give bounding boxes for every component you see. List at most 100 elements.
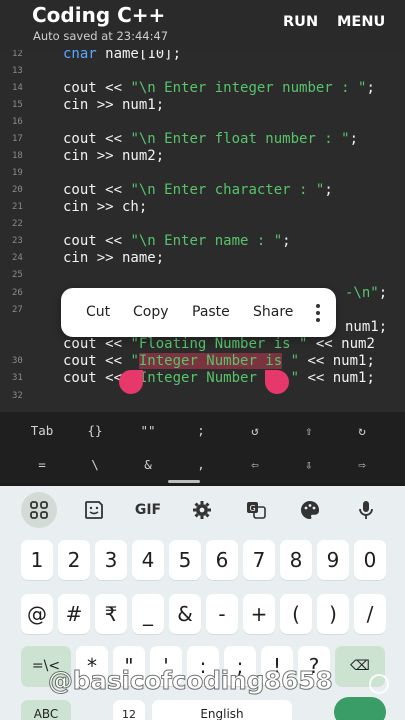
key-2[interactable]: 2 — [58, 540, 90, 580]
copy-button[interactable]: Copy — [133, 304, 169, 320]
symbol-braces-key[interactable]: {} — [77, 423, 113, 438]
apps-grid-icon[interactable] — [21, 492, 57, 528]
line-number: 22 — [12, 219, 23, 229]
line-number: 27 — [12, 305, 23, 315]
code-line: 15 cin >> num1; — [0, 97, 405, 114]
space-bar[interactable]: English — [152, 700, 292, 720]
symbol-quotes-key[interactable]: "" — [130, 423, 166, 438]
symbol-bar: Tab {} "" ; ↺ ⇧ ↻ = \ & , ⇦ ⇩ ⇨ — [0, 412, 405, 484]
key-8[interactable]: 8 — [280, 540, 312, 580]
code-editor[interactable]: 12 char name[10]; 13 14 cout << "\n Ente… — [0, 50, 405, 412]
line-number: 30 — [12, 356, 23, 366]
line-number: 15 — [12, 100, 23, 110]
gear-icon[interactable] — [184, 492, 220, 528]
key-6[interactable]: 6 — [206, 540, 238, 580]
code-text: cin >> name; — [63, 250, 165, 266]
code-line: 18 cin >> num2; — [0, 148, 405, 165]
key-1[interactable]: 1 — [21, 540, 53, 580]
line-number: 31 — [12, 373, 23, 383]
code-text: cout << "\n Enter name : "; — [63, 233, 291, 249]
key-minus[interactable]: - — [206, 594, 238, 634]
abc-key[interactable]: ABC — [21, 700, 71, 720]
svg-text:G: G — [250, 504, 256, 513]
translate-icon[interactable]: G — [238, 492, 274, 528]
symbol-semicolon-key[interactable]: ; — [183, 423, 219, 438]
autosave-status: Auto saved at 23:44:47 — [33, 29, 169, 43]
key-close-paren[interactable]: ) — [317, 594, 349, 634]
code-text: cout << "\n Enter character : "; — [63, 182, 333, 198]
key-ampersand[interactable]: & — [169, 594, 201, 634]
numbers-key[interactable]: 12 — [113, 700, 145, 720]
microphone-icon[interactable] — [348, 492, 384, 528]
app-title: Coding C++ — [32, 3, 166, 27]
selection-handle-end[interactable] — [265, 370, 289, 394]
palette-icon[interactable] — [292, 492, 328, 528]
key-9[interactable]: 9 — [317, 540, 349, 580]
line-number: 19 — [12, 168, 23, 178]
watermark-circle-icon — [369, 674, 389, 694]
key-4[interactable]: 4 — [132, 540, 164, 580]
line-number: 23 — [12, 236, 23, 246]
code-line: 20 cout << "\n Enter character : "; — [0, 182, 405, 199]
shift-icon[interactable]: ⇧ — [291, 423, 327, 438]
key-slash[interactable]: / — [354, 594, 386, 634]
redo-icon[interactable]: ↻ — [344, 423, 380, 438]
key-3[interactable]: 3 — [95, 540, 127, 580]
code-line: 30 cout << "Integer Number is " << num1; — [0, 353, 405, 370]
line-number: 25 — [12, 270, 23, 280]
line-number: 21 — [12, 202, 23, 212]
menu-button[interactable]: MENU — [337, 14, 385, 30]
key-rupee[interactable]: ₹ — [95, 594, 127, 634]
line-number: 14 — [12, 83, 23, 93]
symbol-backslash-key[interactable]: \ — [77, 457, 113, 472]
undo-icon[interactable]: ↺ — [237, 423, 273, 438]
key-plus[interactable]: + — [243, 594, 275, 634]
line-number: 16 — [12, 117, 23, 127]
paste-button[interactable]: Paste — [192, 304, 230, 320]
more-options-icon[interactable] — [311, 302, 325, 324]
arrow-left-icon[interactable]: ⇦ — [237, 457, 273, 472]
key-open-paren[interactable]: ( — [280, 594, 312, 634]
app-header: Coding C++ Auto saved at 23:44:47 RUN ME… — [0, 0, 405, 50]
code-text: cout << "Integer Number is " << num1; — [63, 353, 375, 369]
code-text: cout << "\n Enter float number : "; — [63, 131, 359, 147]
key-5[interactable]: 5 — [169, 540, 201, 580]
code-text: -\n"; — [345, 285, 388, 301]
symbol-ampersand-key[interactable]: & — [130, 457, 166, 472]
code-text: num1; — [345, 319, 388, 335]
sticker-icon[interactable] — [76, 492, 112, 528]
cut-button[interactable]: Cut — [86, 304, 110, 320]
code-text: cin >> ch; — [63, 199, 148, 215]
arrow-down-icon[interactable]: ⇩ — [291, 457, 327, 472]
code-line: 25 — [0, 267, 405, 284]
arrow-right-icon[interactable]: ⇨ — [344, 457, 380, 472]
code-line: 22 — [0, 216, 405, 233]
line-number: 18 — [12, 151, 23, 161]
selected-text: Integer Number is — [138, 353, 283, 369]
share-button[interactable]: Share — [253, 304, 293, 320]
enter-button[interactable] — [334, 697, 386, 720]
line-number: 13 — [12, 66, 23, 76]
gif-button[interactable]: GIF — [130, 492, 166, 528]
code-line: 14 cout << "\n Enter integer number : "; — [0, 80, 405, 97]
code-line: 24 cin >> name; — [0, 250, 405, 267]
code-text: char name[10]; — [63, 50, 182, 62]
code-line: 21 cin >> ch; — [0, 199, 405, 216]
code-line: 13 — [0, 63, 405, 80]
code-text: cout << "\n Enter integer number : "; — [63, 80, 375, 96]
run-button[interactable]: RUN — [283, 14, 318, 30]
key-7[interactable]: 7 — [243, 540, 275, 580]
line-number: 26 — [12, 288, 23, 298]
symbol-tab-key[interactable]: Tab — [24, 423, 60, 438]
selection-handle-start[interactable] — [119, 370, 143, 394]
symbol-comma-key[interactable]: , — [183, 457, 219, 472]
key-0[interactable]: 0 — [354, 540, 386, 580]
key-at[interactable]: @ — [21, 594, 53, 634]
key-hash[interactable]: # — [58, 594, 90, 634]
line-number: 20 — [12, 185, 23, 195]
code-line: cout << "Floating Number is " << num2 — [0, 336, 405, 353]
key-underscore[interactable]: _ — [132, 594, 164, 634]
code-text: cout << "Floating Number is " << num2 — [63, 336, 375, 352]
code-line: 32 — [0, 388, 405, 405]
symbol-equals-key[interactable]: = — [24, 457, 60, 472]
